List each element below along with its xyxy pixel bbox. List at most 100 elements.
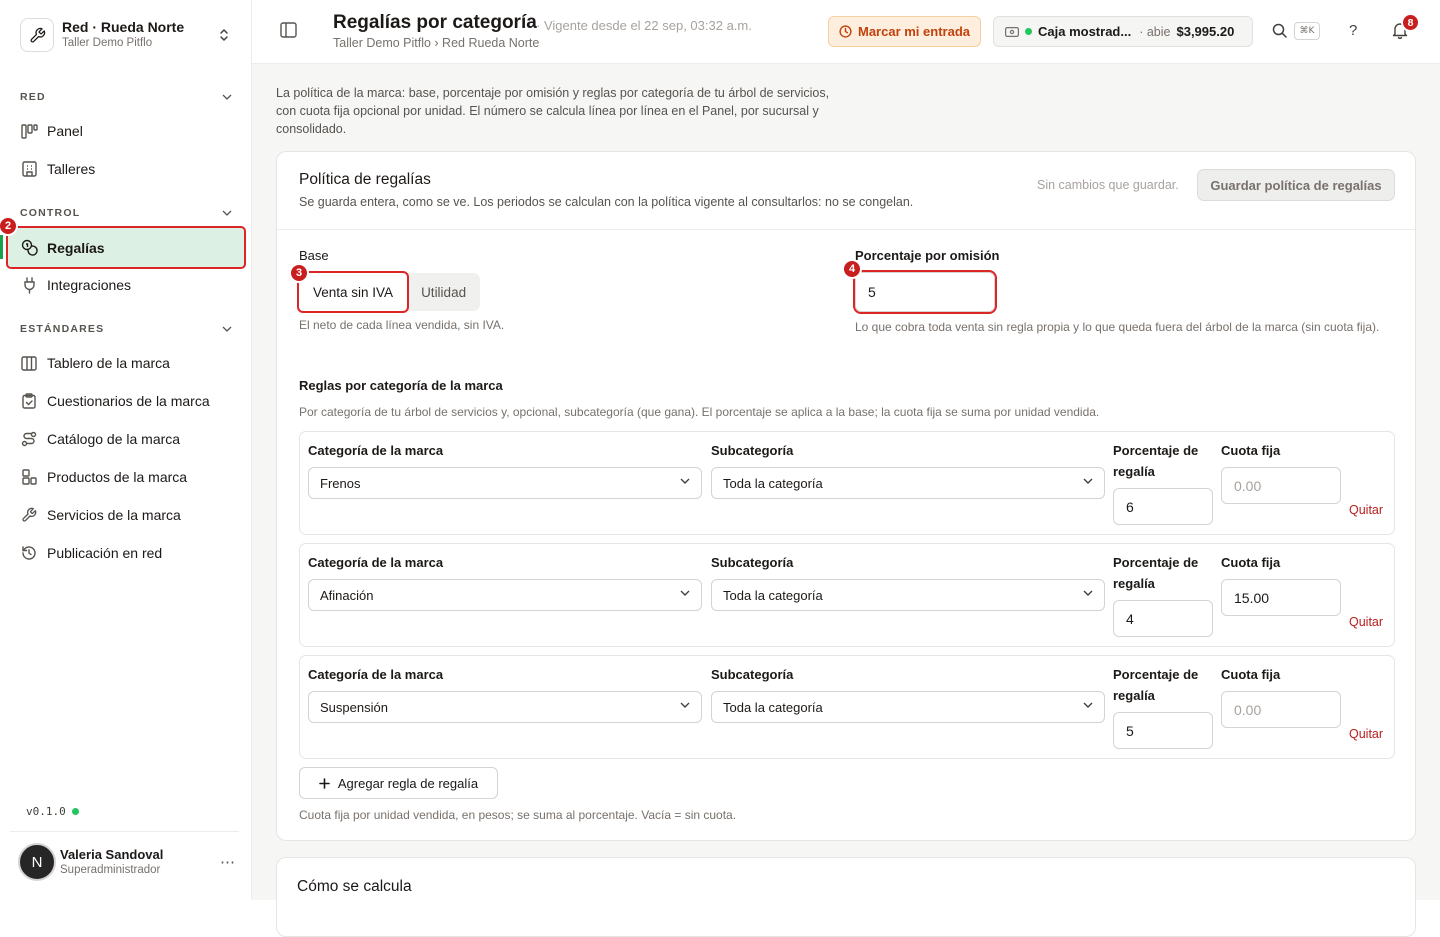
org-subtitle: Taller Demo Pitflo	[62, 37, 153, 49]
remove-rule-button[interactable]: Quitar	[1349, 727, 1383, 741]
sidebar-item-talleres[interactable]: Talleres	[8, 150, 244, 188]
chevron-down-icon	[222, 326, 232, 332]
search-icon[interactable]	[1272, 23, 1287, 38]
default-percent-label: Porcentaje por omisión	[855, 248, 1000, 263]
more-icon[interactable]: ⋯	[220, 853, 236, 871]
add-rule-button[interactable]: Agregar regla de regalía	[299, 767, 498, 799]
clock-in-button[interactable]: Marcar mi entrada	[828, 16, 981, 47]
sidebar-item-panel[interactable]: Panel	[8, 112, 244, 150]
fee-label: Cuota fija	[1221, 667, 1281, 682]
sidebar-item-servicios[interactable]: Servicios de la marca	[8, 496, 244, 534]
org-name: Red · Rueda Norte	[62, 19, 185, 35]
remove-rule-button[interactable]: Quitar	[1349, 503, 1383, 517]
wrench-icon	[20, 506, 38, 524]
effective-date: · Vigente desde el 22 sep, 03:32 a.m.	[536, 18, 752, 33]
base-toggle: Venta sin IVA Utilidad	[296, 271, 481, 313]
calculation-card: Cómo se calcula	[276, 857, 1416, 937]
org-switcher[interactable]: Red · Rueda Norte Taller Demo Pitflo	[10, 10, 242, 60]
sidebar-item-label: Cuestionarios de la marca	[47, 393, 210, 409]
subcategory-select[interactable]: Toda la categoría	[711, 579, 1105, 611]
sidebar-item-label: Servicios de la marca	[47, 507, 181, 523]
shortcut-hint: ⌘K	[1294, 22, 1320, 40]
user-role: Superadministrador	[60, 863, 161, 876]
default-percent-hint: Lo que cobra toda venta sin regla propia…	[855, 320, 1380, 334]
percent-input[interactable]	[1113, 600, 1213, 637]
sidebar-item-label: Regalías	[47, 239, 105, 256]
percent-input[interactable]	[1113, 488, 1213, 525]
coins-icon	[20, 239, 38, 257]
sidebar-toggle-icon[interactable]	[280, 22, 297, 38]
chevron-down-icon	[1083, 478, 1093, 484]
fee-footnote: Cuota fija por unidad vendida, en pesos;…	[299, 808, 737, 822]
clock-icon	[839, 25, 852, 38]
percent-input[interactable]	[1113, 712, 1213, 749]
page-title: Regalías por categoría	[333, 12, 537, 33]
subcategory-select[interactable]: Toda la categoría	[711, 691, 1105, 723]
sidebar-item-catalogo[interactable]: Catálogo de la marca	[8, 420, 244, 458]
user-name: Valeria Sandoval	[60, 846, 164, 862]
subcategory-value: Toda la categoría	[723, 475, 823, 491]
version-label: v0.1.0	[26, 805, 66, 818]
category-select[interactable]: Frenos	[308, 467, 702, 499]
base-option-utilidad[interactable]: Utilidad	[407, 273, 480, 311]
notification-count: 8	[1401, 13, 1420, 32]
sidebar-item-cuestionarios[interactable]: Cuestionarios de la marca	[8, 382, 244, 420]
category-value: Suspensión	[320, 699, 388, 715]
sidebar-item-productos[interactable]: Productos de la marca	[8, 458, 244, 496]
sidebar-item-publicacion[interactable]: Publicación en red	[8, 534, 244, 572]
category-label: Categoría de la marca	[308, 555, 444, 570]
subcategory-label: Subcategoría	[711, 555, 794, 570]
plug-icon	[20, 276, 38, 294]
category-select[interactable]: Afinación	[308, 579, 702, 611]
save-policy-button[interactable]: Guardar política de regalías	[1197, 169, 1395, 201]
category-select[interactable]: Suspensión	[308, 691, 702, 723]
section-title: CONTROL	[20, 207, 81, 219]
remove-rule-button[interactable]: Quitar	[1349, 615, 1383, 629]
version-indicator: v0.1.0	[26, 805, 79, 818]
section-control[interactable]: CONTROL	[20, 207, 232, 219]
page-description: La política de la marca: base, porcentaj…	[276, 86, 830, 136]
cash-register-selector[interactable]: Caja mostrad... · abie $3,995.20	[993, 16, 1253, 47]
status-dot	[1025, 28, 1032, 35]
sidebar-item-tablero[interactable]: Tablero de la marca	[8, 344, 244, 382]
user-menu[interactable]: N Valeria Sandoval Superadministrador ⋯	[18, 843, 240, 881]
default-percent-input[interactable]	[853, 270, 997, 314]
plus-icon	[319, 777, 330, 789]
card-header: Política de regalías Se guarda entera, c…	[277, 152, 1415, 230]
category-value: Afinación	[320, 587, 374, 603]
card-title: Política de regalías	[299, 171, 431, 188]
status-dot	[71, 808, 79, 815]
base-hint: El neto de cada línea vendida, sin IVA.	[299, 318, 505, 332]
chevron-down-icon	[222, 210, 232, 216]
sidebar-item-integraciones[interactable]: Integraciones	[8, 266, 244, 304]
fee-label: Cuota fija	[1221, 555, 1281, 570]
divider	[10, 831, 239, 832]
base-option-venta[interactable]: Venta sin IVA	[296, 271, 410, 313]
chevron-down-icon	[680, 702, 690, 708]
fee-input[interactable]	[1221, 579, 1341, 616]
sidebar-item-regalias[interactable]: Regalías	[6, 226, 246, 269]
rules-subtitle: Por categoría de tu árbol de servicios y…	[299, 405, 1100, 419]
annotation-badge: 3	[289, 263, 309, 283]
help-icon[interactable]: ?	[1349, 22, 1357, 39]
add-rule-label: Agregar regla de regalía	[337, 775, 479, 791]
section-estandares[interactable]: ESTÁNDARES	[20, 323, 232, 335]
subcategory-value: Toda la categoría	[723, 699, 823, 715]
calculation-title: Cómo se calcula	[297, 878, 412, 895]
chevron-down-icon	[1083, 590, 1093, 596]
chevron-down-icon	[680, 590, 690, 596]
subcategory-label: Subcategoría	[711, 443, 794, 458]
main-content: La política de la marca: base, porcentaj…	[252, 64, 1440, 937]
annotation-badge: 4	[842, 259, 862, 279]
register-status: · abie	[1139, 24, 1171, 39]
clipboard-check-icon	[20, 392, 38, 410]
history-icon	[20, 544, 38, 562]
wrench-icon	[20, 18, 54, 52]
fee-input[interactable]	[1221, 467, 1341, 504]
subcategory-select[interactable]: Toda la categoría	[711, 467, 1105, 499]
section-red[interactable]: RED	[20, 91, 232, 103]
sidebar-item-label: Publicación en red	[47, 545, 163, 561]
sidebar-item-label: Talleres	[47, 161, 96, 177]
fee-input[interactable]	[1221, 691, 1341, 728]
kanban-icon	[20, 122, 38, 140]
